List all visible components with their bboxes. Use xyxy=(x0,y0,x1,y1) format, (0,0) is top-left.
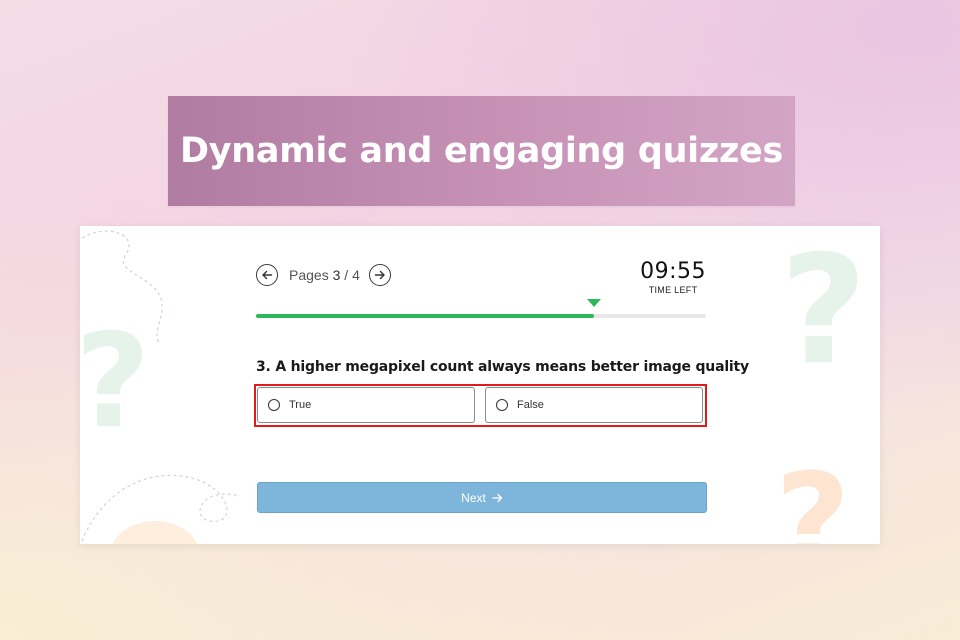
progress-marker-icon xyxy=(586,299,601,307)
next-button-label: Next xyxy=(461,490,486,505)
timer-label: TIME LEFT xyxy=(648,285,698,295)
headline-title: Dynamic and engaging quizzes xyxy=(180,131,783,171)
progress-fill xyxy=(256,314,594,318)
progress-bar xyxy=(256,299,706,318)
page-navigation: Pages 3 / 4 xyxy=(256,264,391,286)
page-indicator: Pages 3 / 4 xyxy=(289,267,360,283)
radio-button-true[interactable] xyxy=(268,399,280,411)
quiz-card: ? ? ? Pages 3 / 4 09:55 TIME LEFT 3. A h… xyxy=(80,226,880,544)
arrow-right-icon xyxy=(492,493,502,502)
dashed-loop-decoration xyxy=(81,474,241,542)
timer-value: 09:55 xyxy=(640,259,706,284)
pages-prefix: Pages xyxy=(289,267,329,283)
answer-option-true[interactable]: True xyxy=(257,387,475,423)
question-mark-decoration-orange: ? xyxy=(775,445,851,544)
previous-page-button[interactable] xyxy=(256,264,278,286)
question-mark-decoration-right: ? xyxy=(780,226,868,398)
current-page: 3 xyxy=(332,267,341,283)
total-pages: 4 xyxy=(352,267,360,283)
next-page-button[interactable] xyxy=(368,264,391,286)
question-mark-decoration: ? xyxy=(80,305,151,457)
answer-label-true: True xyxy=(289,399,312,411)
countdown-timer: 09:55 TIME LEFT xyxy=(640,259,706,295)
dashed-swirl-decoration xyxy=(81,230,163,345)
answer-option-false[interactable]: False xyxy=(485,387,703,423)
headline-banner: Dynamic and engaging quizzes xyxy=(168,96,795,206)
peach-blob-decoration xyxy=(110,521,200,544)
arrow-left-icon xyxy=(262,270,273,280)
radio-button-false[interactable] xyxy=(496,399,508,411)
answer-label-false: False xyxy=(517,399,544,411)
next-button[interactable]: Next xyxy=(257,482,707,513)
question-text: 3. A higher megapixel count always means… xyxy=(256,359,749,375)
page-separator: / xyxy=(344,267,349,283)
arrow-right-icon xyxy=(374,270,385,280)
